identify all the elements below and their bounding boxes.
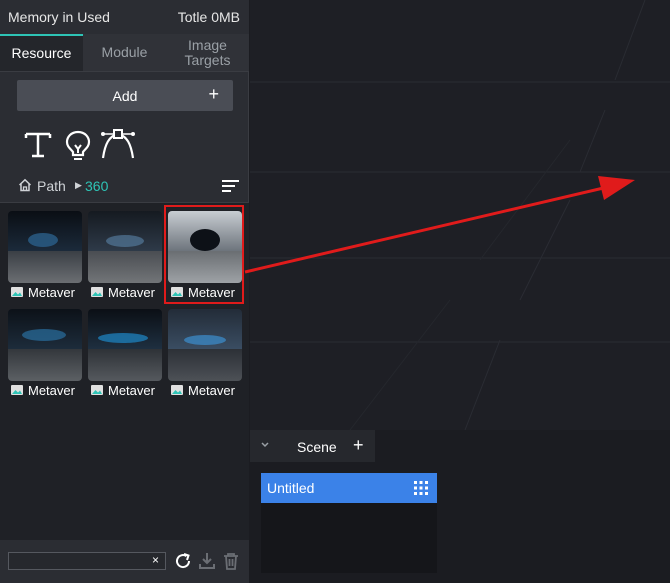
grid-dots-icon[interactable] <box>414 481 428 495</box>
panorama-icon <box>91 385 103 395</box>
chevron-down-icon[interactable] <box>260 439 270 449</box>
resource-item-label: Metaver <box>11 285 91 301</box>
scene-list-item[interactable]: Untitled <box>261 473 437 503</box>
panorama-icon <box>91 287 103 297</box>
tab-resource[interactable]: Resource <box>0 34 83 71</box>
panorama-icon <box>11 385 23 395</box>
resource-item-label: Metaver <box>171 383 251 399</box>
memory-header: Memory in Used Totle 0MB <box>0 0 249 34</box>
scene-tab-label: Scene <box>297 439 337 455</box>
path-label[interactable]: Path <box>37 178 66 194</box>
plus-icon: + <box>208 84 219 104</box>
tab-scene[interactable]: Scene + <box>250 430 375 462</box>
panorama-thumbnail[interactable] <box>88 309 162 381</box>
light-bulb-icon[interactable] <box>61 128 95 162</box>
panel-tabs: Resource Module Image Targets <box>0 34 249 72</box>
resource-item-label: Metaver <box>11 383 91 399</box>
panorama-icon <box>171 385 183 395</box>
sort-menu-icon[interactable] <box>222 180 239 192</box>
scene-item-label: Untitled <box>267 480 315 496</box>
clear-icon[interactable]: × <box>152 553 159 567</box>
selection-highlight <box>164 205 244 304</box>
resource-item-label: Metaver <box>91 383 171 399</box>
download-icon[interactable] <box>197 551 217 571</box>
panorama-thumbnail[interactable] <box>168 309 242 381</box>
panorama-thumbnail[interactable] <box>8 211 82 283</box>
text-tool-icon[interactable] <box>21 128 55 162</box>
bezier-pen-icon[interactable] <box>99 128 137 162</box>
scene-viewport[interactable] <box>250 0 670 430</box>
panorama-thumbnail[interactable] <box>88 211 162 283</box>
memory-total: Totle 0MB <box>177 9 240 25</box>
add-button[interactable]: Add + <box>17 80 233 111</box>
bottom-toolbar: × <box>0 540 249 583</box>
tab-module[interactable]: Module <box>83 34 166 71</box>
refresh-icon[interactable] <box>173 551 193 571</box>
scene-list: Untitled <box>261 473 437 573</box>
search-input[interactable] <box>8 552 166 570</box>
home-icon[interactable] <box>18 178 32 192</box>
resource-item-label: Metaver <box>91 285 171 301</box>
panorama-thumbnail[interactable] <box>8 309 82 381</box>
scene-tabbar: Scene + <box>250 430 670 462</box>
path-breadcrumb: Path ▶ 360 <box>18 177 242 195</box>
trash-icon[interactable] <box>221 551 241 571</box>
breadcrumb-arrow-icon: ▶ <box>75 180 82 190</box>
add-button-label: Add <box>112 88 138 104</box>
memory-label: Memory in Used <box>8 9 110 25</box>
tab-image-targets[interactable]: Image Targets <box>166 34 249 71</box>
panorama-icon <box>11 287 23 297</box>
add-scene-button[interactable]: + <box>353 435 364 456</box>
current-folder[interactable]: 360 <box>85 178 108 194</box>
